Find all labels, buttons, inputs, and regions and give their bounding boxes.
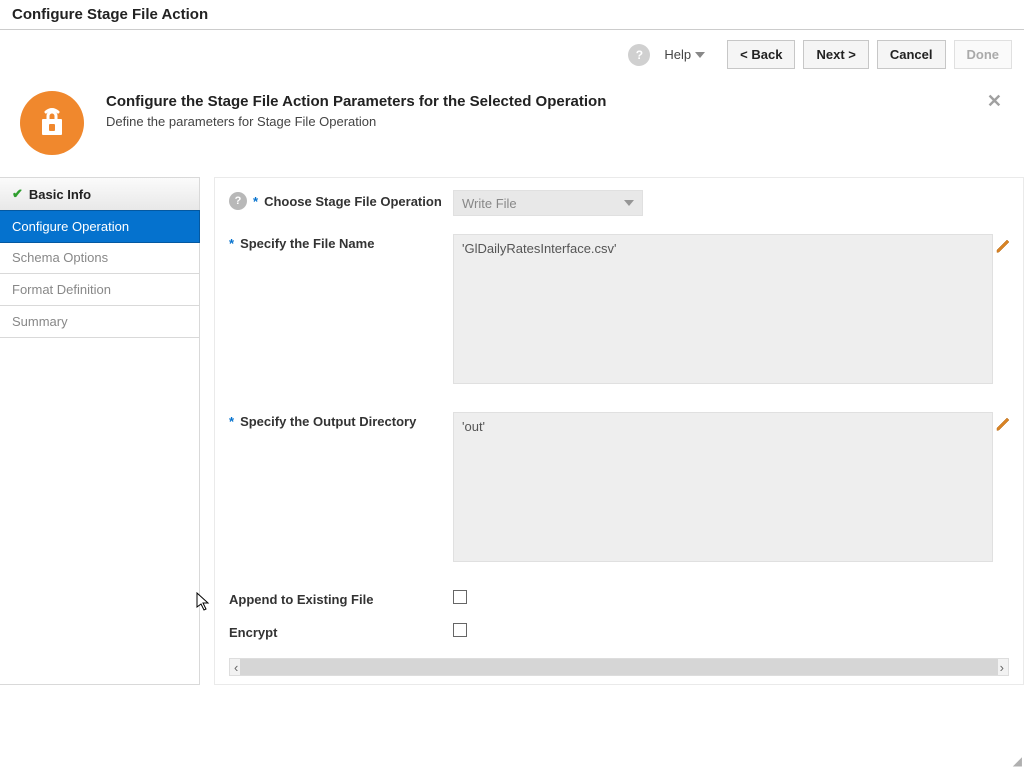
- close-icon[interactable]: ✕: [987, 91, 1002, 112]
- operation-select[interactable]: Write File: [453, 190, 643, 216]
- scroll-right-icon[interactable]: ›: [998, 660, 1006, 675]
- scrollbar-thumb[interactable]: [240, 659, 997, 675]
- help-menu[interactable]: Help: [664, 47, 705, 62]
- nav-item-summary[interactable]: Summary: [0, 306, 199, 338]
- check-icon: ✔: [12, 186, 23, 202]
- label-output-dir: Specify the Output Directory: [240, 414, 416, 429]
- page-header: Configure the Stage File Action Paramete…: [0, 79, 1024, 177]
- output-dir-expression-box[interactable]: 'out': [453, 412, 993, 562]
- nav-item-label: Basic Info: [29, 187, 91, 202]
- nav-item-label: Format Definition: [12, 282, 111, 297]
- stage-file-icon: [20, 91, 84, 155]
- file-name-expression-box[interactable]: 'GlDailyRatesInterface.csv': [453, 234, 993, 384]
- row-output-dir: * Specify the Output Directory 'out': [229, 412, 1009, 562]
- file-name-value: 'GlDailyRatesInterface.csv': [462, 241, 617, 256]
- content-panel: ? * Choose Stage File Operation Write Fi…: [214, 177, 1024, 685]
- toolbar: ? Help < Back Next > Cancel Done: [0, 29, 1024, 79]
- next-button[interactable]: Next >: [803, 40, 868, 69]
- nav-item-schema-options[interactable]: Schema Options: [0, 242, 199, 274]
- wizard-nav: ✔ Basic Info Configure Operation Schema …: [0, 177, 200, 685]
- label-operation: Choose Stage File Operation: [264, 194, 442, 209]
- help-icon[interactable]: ?: [229, 192, 247, 210]
- help-label: Help: [664, 47, 691, 62]
- row-encrypt: Encrypt: [229, 623, 1009, 640]
- nav-item-configure-operation[interactable]: Configure Operation: [0, 210, 200, 243]
- scrollbar-track[interactable]: [240, 659, 997, 675]
- horizontal-scrollbar[interactable]: ‹ ›: [229, 658, 1009, 676]
- nav-item-label: Configure Operation: [12, 219, 129, 234]
- required-star-icon: *: [229, 414, 234, 429]
- page-subtitle: Define the parameters for Stage File Ope…: [106, 114, 1004, 129]
- required-star-icon: *: [253, 194, 258, 209]
- edit-file-name-button[interactable]: [995, 236, 1009, 257]
- label-file-name: Specify the File Name: [240, 236, 374, 251]
- required-star-icon: *: [229, 236, 234, 251]
- encrypt-checkbox[interactable]: [453, 623, 467, 637]
- resize-grip-icon: ◢: [1013, 754, 1022, 768]
- row-operation: ? * Choose Stage File Operation Write Fi…: [229, 190, 1009, 216]
- nav-item-basic-info[interactable]: ✔ Basic Info: [0, 178, 199, 211]
- status-circle-icon: ?: [628, 44, 650, 66]
- append-checkbox[interactable]: [453, 590, 467, 604]
- dialog-title: Configure Stage File Action: [0, 0, 1024, 29]
- back-button[interactable]: < Back: [727, 40, 795, 69]
- operation-select-value: Write File: [462, 196, 517, 211]
- label-append: Append to Existing File: [229, 592, 373, 607]
- cancel-button[interactable]: Cancel: [877, 40, 946, 69]
- nav-item-label: Summary: [12, 314, 68, 329]
- row-file-name: * Specify the File Name 'GlDailyRatesInt…: [229, 234, 1009, 384]
- edit-output-dir-button[interactable]: [995, 414, 1009, 435]
- page-title: Configure the Stage File Action Paramete…: [106, 93, 1004, 110]
- label-encrypt: Encrypt: [229, 625, 277, 640]
- nav-item-format-definition[interactable]: Format Definition: [0, 274, 199, 306]
- done-button: Done: [954, 40, 1013, 69]
- nav-item-label: Schema Options: [12, 250, 108, 265]
- output-dir-value: 'out': [462, 419, 485, 434]
- chevron-down-icon: [624, 200, 634, 206]
- chevron-down-icon: [695, 52, 705, 58]
- row-append: Append to Existing File: [229, 590, 1009, 607]
- scroll-left-icon[interactable]: ‹: [232, 660, 240, 675]
